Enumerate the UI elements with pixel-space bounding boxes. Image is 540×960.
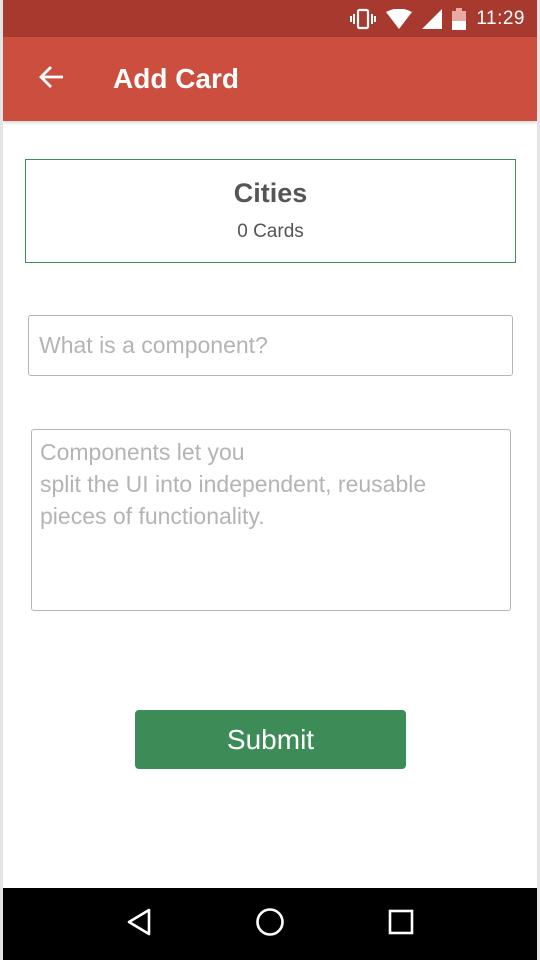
status-time: 11:29 xyxy=(476,7,525,29)
nav-back-button[interactable] xyxy=(109,894,169,954)
status-bar: 11:29 xyxy=(3,0,537,37)
nav-recents-button[interactable] xyxy=(371,894,431,954)
vibrate-icon xyxy=(350,8,377,30)
deck-title: Cities xyxy=(233,178,308,208)
battery-icon xyxy=(452,7,467,30)
nav-home-button[interactable] xyxy=(240,894,300,954)
signal-icon xyxy=(422,8,443,29)
system-nav-bar xyxy=(3,888,537,960)
wifi-icon xyxy=(386,8,413,29)
back-button[interactable] xyxy=(31,59,71,99)
deck-card: Cities 0 Cards xyxy=(25,159,516,263)
back-triangle-icon xyxy=(126,908,152,941)
submit-button[interactable]: Submit xyxy=(135,710,406,769)
question-input[interactable] xyxy=(28,315,513,376)
answer-input[interactable] xyxy=(31,429,511,611)
arrow-back-icon xyxy=(38,65,64,94)
recents-square-icon xyxy=(388,909,414,940)
home-circle-icon xyxy=(255,907,285,942)
app-bar: Add Card xyxy=(3,37,537,121)
page-title: Add Card xyxy=(113,63,239,94)
phone-screen: 11:29 Add Card Cities 0 Cards Submit xyxy=(0,0,540,960)
deck-card-count: 0 Cards xyxy=(237,221,304,242)
